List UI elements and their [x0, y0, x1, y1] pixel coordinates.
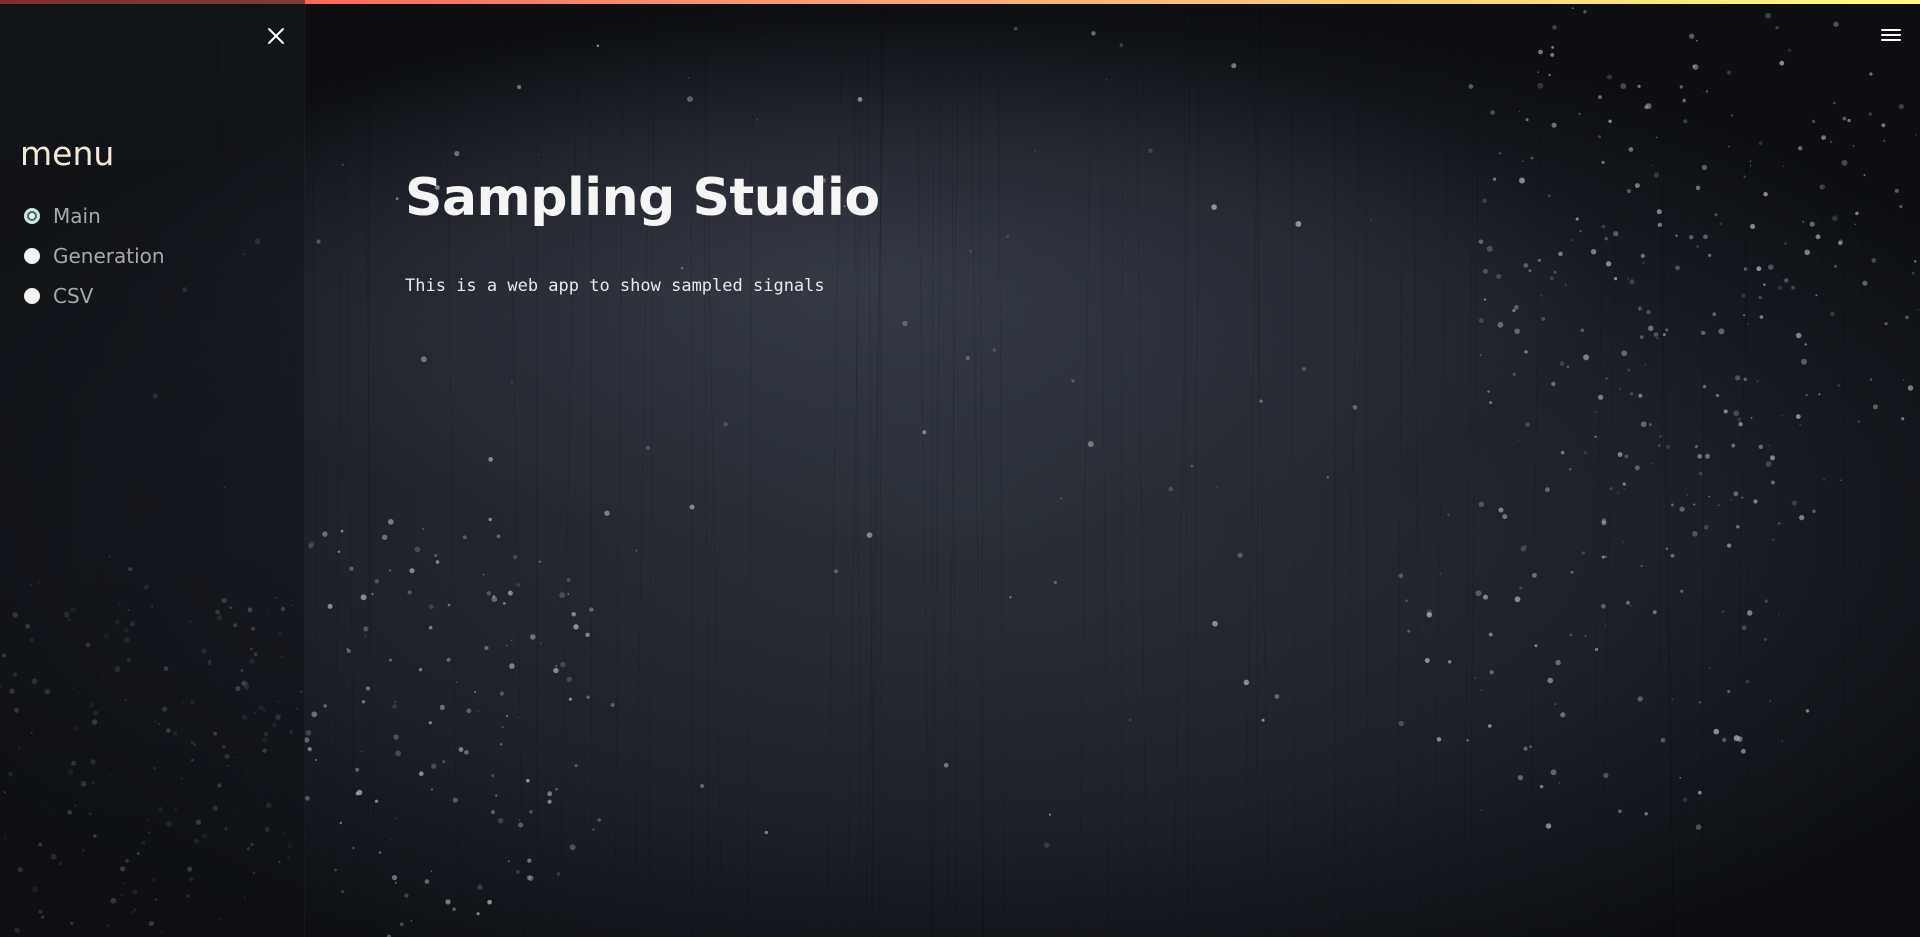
radio-selected-indicator[interactable] — [24, 208, 40, 224]
radio-indicator[interactable] — [24, 248, 40, 264]
radio-option-main[interactable]: Main — [24, 196, 165, 236]
page-description: This is a web app to show sampled signal… — [405, 276, 825, 296]
page-title: Sampling Studio — [405, 168, 880, 228]
close-icon — [268, 28, 284, 44]
sidebar: menu Main Generation CSV — [0, 0, 305, 937]
hamburger-menu-icon — [1881, 29, 1901, 41]
radio-label-csv: CSV — [53, 284, 94, 308]
radio-label-generation: Generation — [53, 244, 165, 268]
radio-indicator[interactable] — [24, 288, 40, 304]
main-menu-button[interactable] — [1876, 20, 1906, 50]
app-root: menu Main Generation CSV Sampling Studio… — [0, 0, 1920, 937]
radio-option-csv[interactable]: CSV — [24, 276, 165, 316]
page-radio-group: Main Generation CSV — [24, 196, 165, 316]
radio-option-generation[interactable]: Generation — [24, 236, 165, 276]
radio-label-main: Main — [53, 204, 101, 228]
sidebar-title: menu — [20, 134, 115, 173]
main-content: Sampling Studio This is a web app to sho… — [305, 0, 1920, 937]
sidebar-close-button[interactable] — [261, 21, 291, 51]
